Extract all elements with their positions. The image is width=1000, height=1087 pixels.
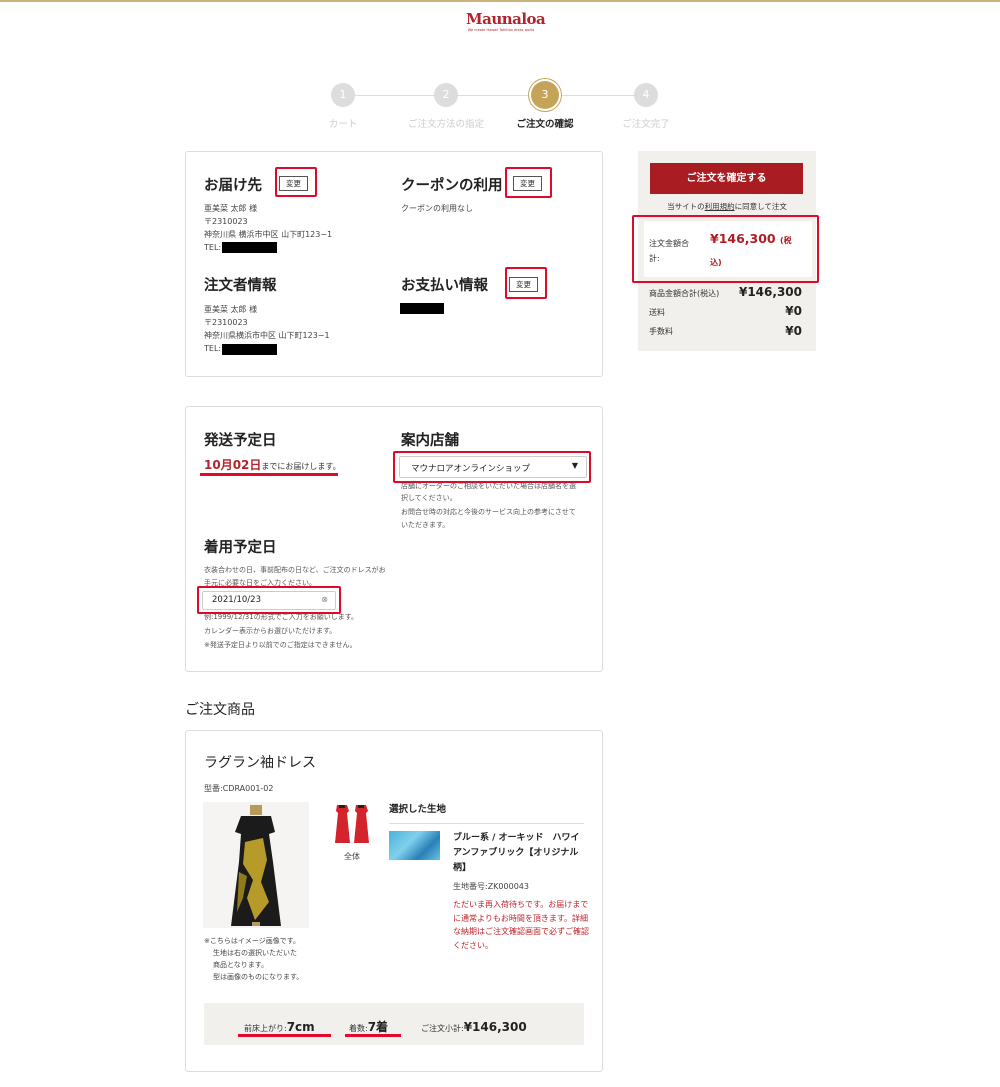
store-title: 案内店舗 bbox=[401, 433, 459, 449]
fabric-heading: 選択した生地 bbox=[389, 804, 447, 815]
products-heading: ご注文商品 bbox=[185, 702, 255, 718]
subtotal-info: ご注文小計:¥146,300 bbox=[421, 1016, 527, 1035]
image-note-2: 生地は右の選択いただいた bbox=[213, 949, 297, 957]
highlight-underline bbox=[238, 1034, 331, 1037]
confirm-order-button[interactable]: ご注文を確定する bbox=[650, 163, 803, 194]
agree-suffix: に同意して注文 bbox=[734, 202, 787, 211]
shipping-fee-label: 送料 bbox=[649, 308, 665, 317]
product-name: ラグラン袖ドレス bbox=[204, 755, 316, 771]
step-complete: 4 ご注文完了 bbox=[586, 83, 706, 130]
store-note-3: お問合せ時の対応と今後のサービス向上の参考にさせて bbox=[401, 508, 576, 516]
orderer-tel-label: TEL: bbox=[204, 344, 222, 353]
fabric-name: ブルー系 / オーキッド ハワイアンファブリック【オリジナル柄】 bbox=[453, 833, 580, 873]
shipping-fee-value: ¥0 bbox=[785, 304, 802, 318]
total-value-wrap: ¥146,300 (税 bbox=[710, 231, 792, 246]
terms-agreement: 当サイトの利用規約に同意して注文 bbox=[638, 201, 816, 212]
total-label: 注文金額合 計: bbox=[649, 236, 689, 266]
tax-label-2: 込) bbox=[710, 258, 722, 267]
redacted-tel bbox=[222, 344, 277, 355]
quantity-label: 着数: bbox=[349, 1024, 368, 1033]
restock-notice: ただいま再入荷待ちです。お届けまでに通常よりもお時間を頂きます。詳細な納期はご注… bbox=[453, 900, 589, 950]
coupon-status: クーポンの利用なし bbox=[401, 204, 473, 213]
orderer-title: 注文者情報 bbox=[204, 278, 277, 294]
wear-hint-1: 例:1999/12/31の形式でご入力をお願いします。 bbox=[204, 613, 359, 621]
fabric-swatch bbox=[389, 831, 440, 860]
handling-fee-label: 手数料 bbox=[649, 327, 673, 336]
shipping-date-text: 10月02日までにお届けします。 bbox=[204, 454, 341, 473]
step-cart: 1 カート bbox=[283, 83, 403, 130]
shipping-date: 10月02日 bbox=[204, 458, 262, 472]
wear-hint-3: ※発送予定日より以前でのご指定はできません。 bbox=[204, 641, 357, 649]
length-label: 前床上がり: bbox=[244, 1024, 287, 1033]
wear-date-title: 着用予定日 bbox=[204, 540, 277, 556]
highlight-underline bbox=[200, 473, 338, 476]
variant-thumbnail bbox=[333, 803, 373, 845]
step-label: ご注文完了 bbox=[622, 119, 670, 130]
top-accent-line bbox=[0, 0, 1000, 2]
wear-hint-2: カレンダー表示からお選びいただけます。 bbox=[204, 627, 337, 635]
delivery-address: 神奈川県 横浜市中区 山下町123−1 bbox=[204, 230, 333, 239]
total-label-line1: 注文金額合 bbox=[649, 239, 689, 248]
length-info: 前床上がり:7cm bbox=[244, 1016, 315, 1035]
image-note-4: 型は画像のものになります。 bbox=[213, 973, 304, 981]
step-label: カート bbox=[328, 119, 358, 130]
brand-tagline: We create Hawaii Tahitian dress world bbox=[467, 28, 535, 32]
store-note-4: いただきます。 bbox=[401, 521, 450, 529]
store-note-2: 択してください。 bbox=[401, 494, 457, 502]
terms-link[interactable]: 利用規約 bbox=[705, 202, 735, 211]
delivery-zip: 〒2310023 bbox=[204, 217, 248, 226]
quantity-value: 7着 bbox=[367, 1020, 389, 1034]
payment-change-button[interactable]: 変更 bbox=[509, 277, 538, 292]
orderer-address: 神奈川県横浜市中区 山下町123−1 bbox=[204, 331, 330, 340]
delivery-name: 亜美菜 太郎 様 bbox=[204, 204, 258, 213]
variant-label: 全体 bbox=[344, 852, 360, 861]
subtotal-label: ご注文小計: bbox=[421, 1024, 464, 1033]
step-number: 2 bbox=[434, 83, 458, 107]
wear-note-1: 衣装合わせの日、事前配布の日など、ご注文のドレスがお bbox=[204, 566, 386, 574]
coupon-change-button[interactable]: 変更 bbox=[513, 176, 542, 191]
items-total-label: 商品金額合計(税込) bbox=[649, 289, 720, 298]
step-number: 4 bbox=[634, 83, 658, 107]
wear-date-input[interactable]: 2021/10/23 ⊗ bbox=[202, 591, 336, 610]
fabric-number: 生地番号:ZK000043 bbox=[453, 882, 529, 891]
delivery-change-button[interactable]: 変更 bbox=[279, 176, 308, 191]
delivery-title: お届け先 bbox=[204, 178, 262, 194]
payment-title: お支払い情報 bbox=[401, 278, 488, 294]
subtotal-value: ¥146,300 bbox=[463, 1020, 527, 1034]
store-selected: マウナロアオンラインショップ bbox=[411, 464, 531, 474]
image-note-3: 商品となります。 bbox=[213, 961, 269, 969]
orderer-name: 亜美菜 太郎 様 bbox=[204, 305, 258, 314]
wear-date-value: 2021/10/23 bbox=[212, 595, 261, 605]
coupon-title: クーポンの利用 bbox=[401, 178, 503, 194]
divider bbox=[389, 823, 584, 824]
image-note-1: ※こちらはイメージ画像です。 bbox=[204, 937, 301, 945]
orderer-zip: 〒2310023 bbox=[204, 318, 248, 327]
store-select[interactable]: マウナロアオンラインショップ ▼ bbox=[399, 456, 587, 478]
product-image bbox=[203, 802, 309, 928]
step-number: 3 bbox=[531, 81, 559, 109]
product-model: 型番:CDRA001-02 bbox=[204, 784, 274, 793]
wear-note-2: 手元に必要な日をご入力ください。 bbox=[204, 579, 316, 587]
items-total-value: ¥146,300 bbox=[738, 285, 802, 299]
quantity-info: 着数:7着 bbox=[349, 1016, 388, 1035]
brand-logo[interactable]: Maunaloa We create Hawaii Tahitian dress… bbox=[466, 10, 546, 38]
handling-fee-value: ¥0 bbox=[785, 324, 802, 338]
length-value: 7cm bbox=[286, 1020, 315, 1034]
shipping-date-suffix: までにお届けします。 bbox=[261, 462, 341, 471]
clear-icon[interactable]: ⊗ bbox=[321, 595, 328, 604]
shipping-date-title: 発送予定日 bbox=[204, 433, 277, 449]
delivery-tel-label: TEL: bbox=[204, 243, 222, 252]
dropdown-arrow-icon: ▼ bbox=[571, 461, 578, 470]
total-value: ¥146,300 bbox=[710, 231, 776, 246]
highlight-underline bbox=[345, 1034, 401, 1037]
redacted-payment bbox=[400, 303, 444, 314]
agree-prefix: 当サイトの bbox=[667, 202, 705, 211]
tax-label-1: (税 bbox=[780, 236, 792, 245]
total-label-line2: 計: bbox=[649, 254, 660, 263]
step-number: 1 bbox=[331, 83, 355, 107]
brand-name: Maunaloa bbox=[466, 10, 546, 28]
redacted-tel bbox=[222, 242, 277, 253]
